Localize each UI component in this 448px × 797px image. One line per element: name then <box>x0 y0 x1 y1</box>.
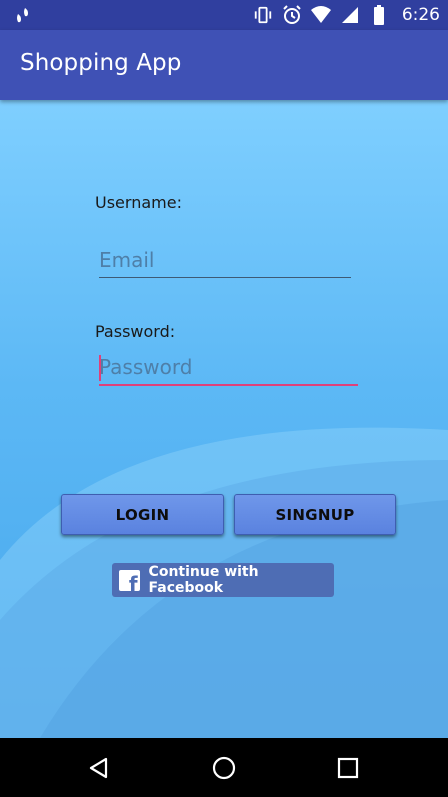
facebook-icon: f <box>119 569 140 591</box>
vibrate-icon <box>253 5 273 25</box>
email-input[interactable] <box>99 247 351 278</box>
home-icon[interactable] <box>208 752 240 784</box>
login-content: Username: Password: LOGIN SINGNUP f Cont… <box>0 100 448 738</box>
battery-icon <box>369 5 389 25</box>
cell-signal-icon <box>340 5 360 25</box>
app-title: Shopping App <box>20 50 182 76</box>
text-cursor <box>99 355 101 381</box>
login-button[interactable]: LOGIN <box>61 494 224 535</box>
app-bar: Shopping App <box>0 30 448 100</box>
recents-icon[interactable] <box>332 752 364 784</box>
usb-debug-icon <box>12 4 34 26</box>
app-screen: 6:26 Shopping App Username: Password: LO… <box>0 0 448 797</box>
status-bar: 6:26 <box>0 0 448 30</box>
navigation-bar <box>0 738 448 797</box>
facebook-login-button[interactable]: f Continue with Facebook <box>112 563 334 597</box>
status-icons: 6:26 <box>253 0 440 30</box>
facebook-button-label: Continue with Facebook <box>148 564 259 596</box>
username-label: Username: <box>95 193 182 212</box>
signup-button[interactable]: SINGNUP <box>234 494 396 535</box>
password-input[interactable] <box>99 354 358 386</box>
back-icon[interactable] <box>83 752 115 784</box>
background-swoosh <box>0 427 448 738</box>
alarm-icon <box>282 5 302 25</box>
wifi-icon <box>310 5 331 25</box>
password-label: Password: <box>95 322 176 341</box>
status-time: 6:26 <box>401 5 440 25</box>
